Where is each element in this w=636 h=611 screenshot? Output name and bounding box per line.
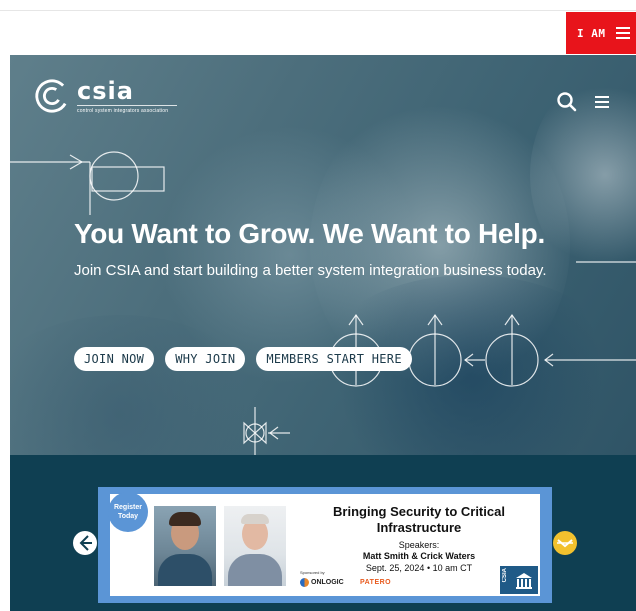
search-icon[interactable] <box>556 91 578 113</box>
speaker-photo <box>224 506 286 586</box>
hero-headline: You Want to Grow. We Want to Help. <box>74 218 545 249</box>
today-label: Today <box>117 513 139 520</box>
sponsor-patero: PATERO <box>360 579 392 586</box>
onlogic-logo-icon <box>300 578 309 587</box>
header-nav <box>556 91 609 113</box>
event-banner[interactable]: Register Today Bringing Security to Crit… <box>98 487 552 603</box>
sponsor-onlogic: ONLOGIC <box>300 578 344 587</box>
event-carousel: Register Today Bringing Security to Crit… <box>10 455 636 611</box>
speaker-names: Matt Smith & Crick Waters <box>362 551 476 561</box>
event-date: Sept. 25, 2024 • 10 am CT <box>365 563 473 573</box>
members-start-here-button[interactable]: MEMBERS START HERE <box>256 347 412 371</box>
hero-section: csia control system integrators associat… <box>10 55 636 455</box>
register-label: Register <box>113 504 142 511</box>
event-title: Bringing Security to Critical Infrastruc… <box>333 504 505 535</box>
top-divider <box>0 10 636 11</box>
hero-subline: Join CSIA and start building a better sy… <box>74 262 547 279</box>
logo-tagline: control system integrators association <box>77 107 169 114</box>
hamburger-icon <box>615 27 630 39</box>
hamburger-icon[interactable] <box>595 96 609 108</box>
hero-cta-group: JOIN NOW WHY JOIN MEMBERS START HERE <box>74 347 412 371</box>
i-am-label: I AM <box>577 26 606 40</box>
csia-badge: CSIA <box>500 566 538 594</box>
logo-name: csia <box>77 76 134 105</box>
sponsored-label: Sponsored by <box>300 570 325 575</box>
building-icon <box>516 573 532 589</box>
csia-logo-icon <box>35 79 69 113</box>
event-banner-content: Register Today Bringing Security to Crit… <box>108 492 540 596</box>
arrow-left-icon[interactable] <box>72 530 98 556</box>
register-today-badge[interactable]: Register Today <box>108 492 148 532</box>
speakers-label: Speakers: <box>398 540 440 550</box>
arrow-right-icon[interactable] <box>552 530 578 556</box>
i-am-menu-button[interactable]: I AM <box>566 12 636 54</box>
join-now-button[interactable]: JOIN NOW <box>74 347 155 371</box>
page: I AM csia control system integrators ass… <box>0 0 636 611</box>
decorative-line-art <box>10 151 636 455</box>
speaker-photo <box>154 506 216 586</box>
csia-logo[interactable]: csia control system integrators associat… <box>33 77 177 115</box>
why-join-button[interactable]: WHY JOIN <box>165 347 246 371</box>
